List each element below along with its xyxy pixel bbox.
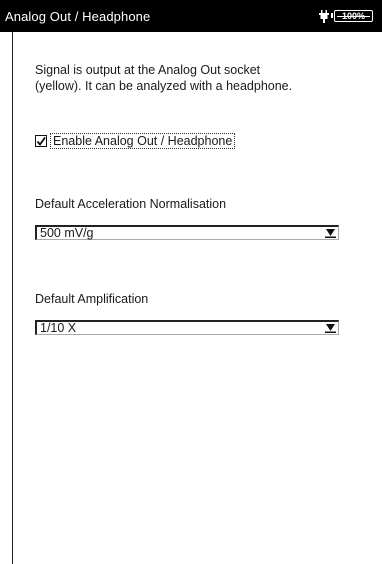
acceleration-normalisation-dropdown[interactable]: 500 mV/g	[35, 225, 339, 240]
acceleration-normalisation-label: Default Acceleration Normalisation	[35, 197, 227, 211]
left-divider	[12, 32, 13, 564]
window-title: Analog Out / Headphone	[5, 9, 151, 24]
enable-analog-out-label[interactable]: Enable Analog Out / Headphone	[50, 133, 236, 149]
description-line-1: Signal is output at the Analog Out socke…	[35, 63, 261, 77]
title-bar: Analog Out / Headphone 100%	[0, 0, 382, 32]
enable-analog-out-option[interactable]: Enable Analog Out / Headphone	[35, 133, 236, 149]
default-amplification-value: 1/10 X	[40, 321, 77, 335]
enable-analog-out-checkbox[interactable]	[35, 135, 47, 147]
acceleration-normalisation-value: 500 mV/g	[40, 226, 94, 240]
description-text: Signal is output at the Analog Out socke…	[35, 62, 355, 94]
default-amplification-dropdown[interactable]: 1/10 X	[35, 320, 339, 335]
dropdown-arrow-icon[interactable]	[325, 322, 336, 333]
checkmark-icon	[36, 136, 46, 146]
default-amplification-label: Default Amplification	[35, 292, 149, 306]
description-line-2: (yellow). It can be analyzed with a head…	[35, 79, 293, 93]
power-plug-icon	[319, 10, 329, 23]
dropdown-arrow-icon[interactable]	[325, 227, 336, 238]
battery-icon: 100%	[331, 10, 373, 22]
